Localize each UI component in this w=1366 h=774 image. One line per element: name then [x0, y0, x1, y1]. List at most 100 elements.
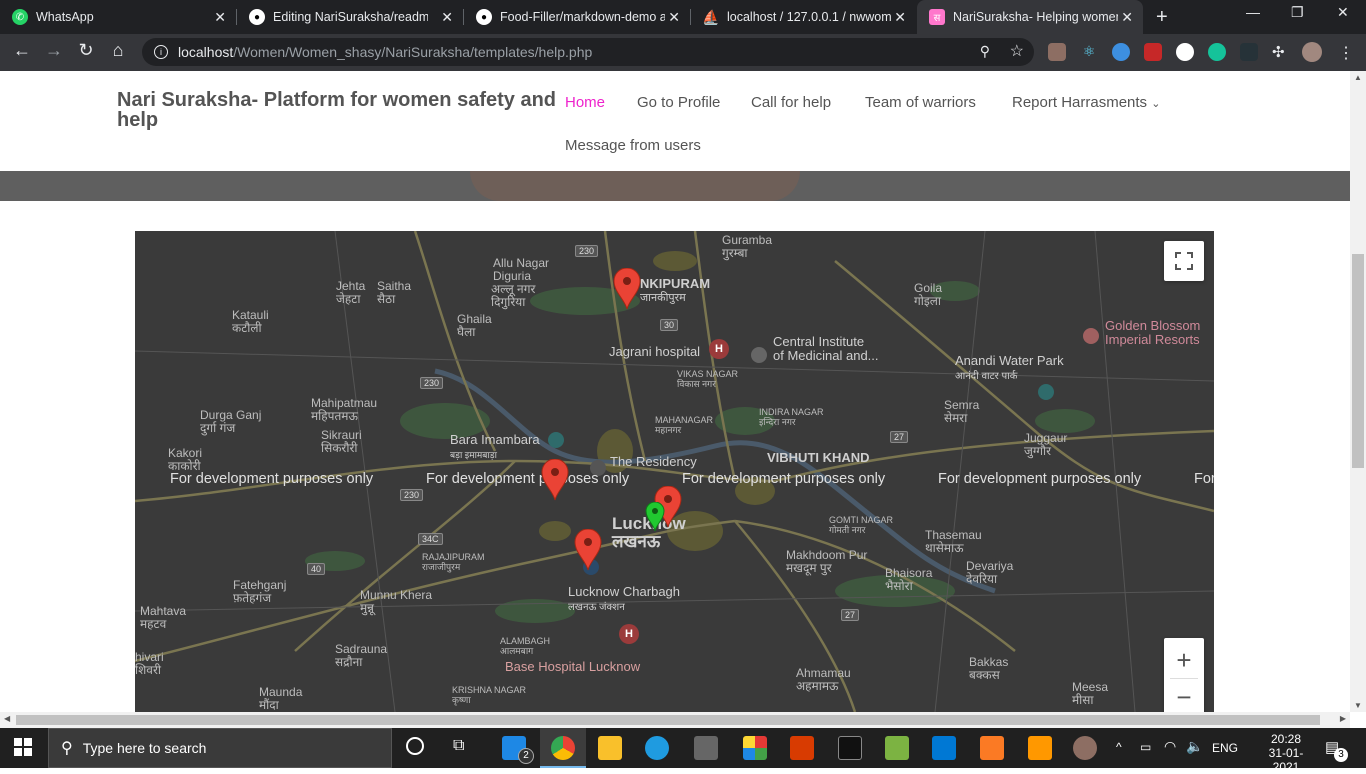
search-placeholder: Type here to search — [82, 740, 207, 756]
monument-icon[interactable] — [548, 432, 564, 448]
wifi-icon[interactable]: ◠ — [1164, 738, 1176, 755]
menu-dots-icon[interactable]: ⋮ — [1338, 43, 1356, 62]
landmark-icon[interactable] — [751, 347, 767, 363]
search-icon: ⚲ — [61, 740, 73, 757]
minimize-icon[interactable]: — — [1246, 4, 1260, 20]
back-icon[interactable]: ← — [10, 40, 34, 61]
maximize-icon[interactable]: ❐ — [1291, 4, 1304, 21]
map-label: Jagrani hospital — [609, 344, 701, 359]
extension-pen-icon[interactable] — [1048, 43, 1066, 61]
profile-avatar[interactable] — [1302, 42, 1322, 62]
extension-red-icon[interactable] — [1144, 43, 1162, 61]
extensions-puzzle-icon[interactable]: ✣ — [1272, 43, 1290, 61]
hospital-icon[interactable]: H — [709, 339, 729, 359]
zoom-in-button[interactable]: + — [1176, 642, 1191, 678]
map-marker-red[interactable] — [541, 459, 569, 501]
road-shield: 40 — [307, 563, 326, 575]
tab-title: Editing NariSuraksha/readme. — [273, 10, 428, 24]
menu-item-report-harrasments[interactable]: Report Harrasments ⌄ — [1012, 94, 1160, 111]
map-label: Bara Imambara बड़ा इमामबाड़ा — [450, 432, 540, 461]
tab-phpmyadmin[interactable]: ⛵ localhost / 127.0.0.1 / nwwome ✕ — [691, 0, 916, 34]
hotel-icon[interactable] — [1083, 328, 1099, 344]
language-indicator[interactable]: ENG — [1212, 741, 1238, 755]
tab-narisuraksha[interactable]: स NariSuraksha- Helping women ✕ — [917, 0, 1143, 34]
road-shield: 30 — [660, 319, 679, 331]
grammarly-icon[interactable] — [1208, 43, 1226, 61]
terminal-icon[interactable] — [838, 736, 862, 760]
close-tab-icon[interactable]: ✕ — [668, 9, 680, 26]
hospital-icon[interactable]: H — [619, 624, 639, 644]
map-label: Golden Blossom Imperial Resorts — [1105, 318, 1201, 347]
map-label: The Residency — [610, 454, 697, 469]
menu-item-home[interactable]: Home — [565, 94, 605, 111]
dev-watermark: For — [1194, 471, 1214, 487]
volume-icon[interactable]: 🔈 — [1186, 738, 1203, 755]
close-window-icon[interactable]: ✕ — [1337, 4, 1349, 21]
map-label: RAJAJIPURAM राजाजीपुरम — [422, 552, 485, 572]
tab-editing-readme[interactable]: ● Editing NariSuraksha/readme. ✕ — [237, 0, 463, 34]
forward-icon[interactable]: → — [42, 40, 66, 61]
address-bar[interactable]: i localhost/Women/Women_shasy/NariSuraks… — [142, 38, 1034, 66]
react-devtools-icon[interactable]: ⚛ — [1080, 43, 1098, 61]
close-tab-icon[interactable]: ✕ — [894, 9, 906, 26]
paint-icon[interactable] — [743, 736, 767, 760]
menu-item-call-for-help[interactable]: Call for help — [751, 94, 831, 111]
reload-icon[interactable]: ↻ — [74, 40, 98, 61]
map-label: Jehta जेहटा — [336, 279, 366, 306]
map-label: VIBHUTI KHAND — [767, 450, 870, 465]
office-icon[interactable] — [790, 736, 814, 760]
extension-blue-icon[interactable] — [1112, 43, 1130, 61]
menu-item-message-from-users[interactable]: Message from users — [565, 137, 701, 154]
extension-dark-icon[interactable] — [1240, 43, 1258, 61]
vscode-icon[interactable] — [932, 736, 956, 760]
site-favicon-icon: स — [929, 9, 945, 25]
cortana-icon[interactable] — [406, 737, 424, 755]
map-label: Saitha सैठा — [377, 279, 412, 306]
google-map[interactable]: 230 230 30 230 27 34C 40 27 Guramba गुरम्… — [135, 231, 1214, 712]
map-label: Anandi Water Park आनंदी वाटर पार्क — [955, 353, 1064, 383]
map-label: Thasemau थासेमाऊ — [925, 528, 982, 555]
close-tab-icon[interactable]: ✕ — [214, 9, 226, 26]
chrome-icon[interactable] — [551, 736, 575, 760]
menu-item-team-of-warriors[interactable]: Team of warriors — [865, 94, 976, 111]
menu-item-profile[interactable]: Go to Profile — [637, 94, 720, 111]
vertical-scrollbar[interactable]: ▲ ▼ — [1350, 71, 1366, 712]
park-icon[interactable] — [1038, 384, 1054, 400]
zoom-out-button[interactable]: − — [1176, 679, 1191, 713]
url-text: localhost/Women/Women_shasy/NariSuraksha… — [178, 44, 593, 60]
github-extension-icon[interactable] — [1176, 43, 1194, 61]
vertical-scroll-thumb[interactable] — [1352, 254, 1364, 468]
tab-food-filler[interactable]: ● Food-Filler/markdown-demo a ✕ — [464, 0, 690, 34]
map-label: Ghaila घैला — [457, 312, 492, 339]
close-tab-icon[interactable]: ✕ — [1121, 9, 1133, 26]
task-view-icon[interactable]: ⧉ — [453, 737, 464, 755]
map-marker-red[interactable] — [574, 529, 602, 571]
location-icon[interactable]: ⚲ — [980, 43, 990, 60]
map-label: GOMTI NAGAR गोमती नगर — [829, 515, 894, 535]
close-tab-icon[interactable]: ✕ — [441, 9, 453, 26]
tab-whatsapp[interactable]: ✆ WhatsApp ✕ — [0, 0, 236, 34]
site-info-icon[interactable]: i — [154, 45, 168, 59]
battery-icon[interactable]: ▭ — [1140, 740, 1151, 754]
taskbar-search-box[interactable]: ⚲ Type here to search — [48, 728, 392, 768]
map-label: KRISHNA NAGAR कृष्णा — [452, 685, 527, 705]
home-icon[interactable]: ⌂ — [106, 40, 130, 61]
tray-chevron-up-icon[interactable]: ^ — [1116, 740, 1122, 754]
horizontal-scrollbar[interactable]: ◀ ▶ — [0, 712, 1350, 728]
map-marker-green[interactable] — [645, 502, 665, 532]
horizontal-scroll-thumb[interactable] — [16, 715, 1320, 725]
map-marker-red[interactable] — [613, 268, 641, 310]
notepad-icon[interactable] — [885, 736, 909, 760]
file-explorer-icon[interactable] — [598, 736, 622, 760]
bookmark-star-icon[interactable]: ☆ — [1010, 41, 1024, 61]
map-label: VIKAS NAGAR विकास नगर — [677, 369, 739, 389]
new-tab-icon[interactable]: + — [1156, 6, 1168, 29]
edge-icon[interactable] — [645, 736, 669, 760]
fullscreen-button[interactable] — [1164, 241, 1204, 281]
site-brand[interactable]: Nari Suraksha- Platform for women safety… — [117, 90, 557, 130]
windows-start-icon[interactable] — [14, 738, 32, 761]
store-icon[interactable] — [694, 736, 718, 760]
sublime-text-icon[interactable] — [1028, 736, 1052, 760]
paint-palette-icon[interactable] — [1073, 736, 1097, 760]
xampp-icon[interactable] — [980, 736, 1004, 760]
